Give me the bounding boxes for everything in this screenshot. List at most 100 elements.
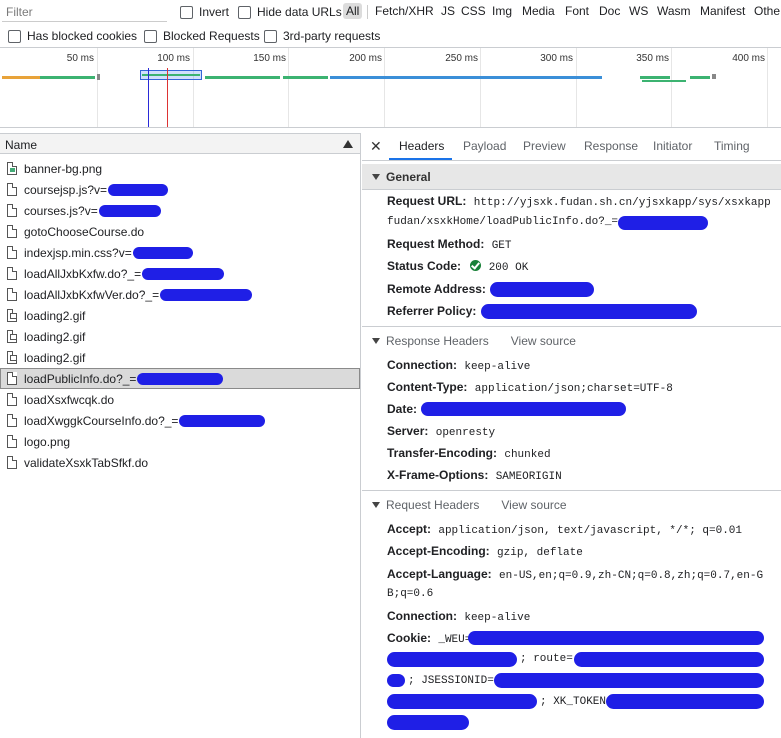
type-filter-doc[interactable]: Doc bbox=[599, 4, 620, 18]
gif-file-icon bbox=[7, 351, 17, 364]
request-url-row: Request URL: http://yjsxk.fudan.sh.cn/yj… bbox=[387, 194, 777, 209]
tab-payload[interactable]: Payload bbox=[463, 139, 506, 153]
tab-headers[interactable]: Headers bbox=[399, 139, 444, 153]
redaction-mark bbox=[160, 288, 253, 301]
file-icon bbox=[7, 246, 17, 259]
header-value: application/json, text/javascript, */*; … bbox=[438, 525, 743, 537]
request-row[interactable]: logo.png bbox=[0, 431, 360, 452]
response-headers-section-header[interactable]: Response Headers View source bbox=[362, 328, 781, 354]
status-ok-icon bbox=[470, 260, 482, 271]
type-filter-fetch-xhr[interactable]: Fetch/XHR bbox=[375, 4, 434, 18]
details-tab-bar: ✕ Headers Payload Preview Response Initi… bbox=[362, 133, 781, 161]
cookie-continued: ; route= bbox=[520, 653, 580, 665]
tab-initiator[interactable]: Initiator bbox=[653, 139, 692, 153]
checkbox-box[interactable] bbox=[144, 29, 157, 43]
request-row[interactable]: loading2.gif bbox=[0, 347, 360, 368]
view-source-link[interactable]: View source bbox=[511, 334, 576, 348]
name-column-header[interactable]: Name bbox=[0, 133, 360, 154]
tab-response[interactable]: Response bbox=[584, 139, 638, 153]
request-row[interactable]: indexjsp.min.css?v= bbox=[0, 242, 360, 263]
redaction-mark bbox=[132, 246, 193, 259]
checkbox-box[interactable] bbox=[238, 5, 251, 19]
type-filter-wasm[interactable]: Wasm bbox=[657, 4, 691, 18]
request-name: indexjsp.min.css?v= bbox=[24, 245, 132, 260]
tick-gridline bbox=[480, 48, 481, 127]
request-row[interactable]: gotoChooseCourse.do bbox=[0, 221, 360, 242]
request-row[interactable]: loadAllJxbKxfw.do?_= bbox=[0, 263, 360, 284]
request-row[interactable]: banner-bg.png bbox=[0, 158, 360, 179]
redaction-mark bbox=[387, 652, 517, 667]
request-name: loading2.gif bbox=[24, 350, 86, 365]
type-filter-other[interactable]: Othe bbox=[754, 4, 780, 18]
section-title: General bbox=[386, 169, 431, 184]
header-key: Connection: bbox=[387, 609, 457, 623]
tick-label: 100 ms bbox=[157, 53, 190, 64]
request-row[interactable]: loadXwggkCourseInfo.do?_= bbox=[0, 410, 360, 431]
load-event-marker bbox=[167, 68, 168, 127]
request-row[interactable]: loading2.gif bbox=[0, 326, 360, 347]
file-icon bbox=[7, 204, 17, 217]
accept-row: Accept: application/json, text/javascrip… bbox=[387, 522, 777, 537]
header-value: _WEU= bbox=[438, 634, 472, 646]
tab-timing[interactable]: Timing bbox=[714, 139, 750, 153]
request-headers-section-header[interactable]: Request Headers View source bbox=[362, 492, 781, 518]
file-icon bbox=[7, 267, 17, 280]
invert-checkbox[interactable]: Invert bbox=[180, 5, 229, 19]
tab-preview[interactable]: Preview bbox=[523, 139, 566, 153]
header-value: gzip, deflate bbox=[497, 547, 583, 559]
tick-gridline bbox=[97, 48, 98, 127]
type-filter-img[interactable]: Img bbox=[492, 4, 512, 18]
type-filter-ws[interactable]: WS bbox=[629, 4, 648, 18]
redaction-mark bbox=[606, 694, 764, 709]
redaction-mark bbox=[387, 674, 405, 687]
name-column-label: Name bbox=[5, 138, 38, 152]
hide-data-urls-checkbox[interactable]: Hide data URLs bbox=[238, 5, 342, 19]
request-row[interactable]: courses.js?v= bbox=[0, 200, 360, 221]
third-party-requests-checkbox[interactable]: 3rd-party requests bbox=[264, 29, 380, 43]
view-source-link[interactable]: View source bbox=[501, 498, 566, 512]
section-divider bbox=[362, 326, 781, 327]
request-row[interactable]: coursejsp.js?v= bbox=[0, 179, 360, 200]
request-row[interactable]: validateXsxkTabSfkf.do bbox=[0, 452, 360, 473]
filter-input[interactable] bbox=[2, 2, 167, 22]
file-icon bbox=[7, 372, 17, 385]
expand-triangle-icon bbox=[372, 173, 380, 180]
checkbox-box[interactable] bbox=[8, 29, 21, 43]
tick-gridline bbox=[288, 48, 289, 127]
tick-gridline bbox=[384, 48, 385, 127]
close-icon[interactable]: ✕ bbox=[370, 138, 382, 155]
request-row[interactable]: loading2.gif bbox=[0, 305, 360, 326]
request-name: loadXwggkCourseInfo.do?_= bbox=[24, 413, 179, 428]
request-row[interactable]: loadAllJxbKxfwVer.do?_= bbox=[0, 284, 360, 305]
type-filter-media[interactable]: Media bbox=[522, 4, 555, 18]
request-name: loading2.gif bbox=[24, 308, 86, 323]
tick-label: 300 ms bbox=[540, 53, 573, 64]
checkbox-box[interactable] bbox=[264, 29, 277, 43]
timeline-bar bbox=[712, 74, 716, 79]
redaction-mark bbox=[490, 282, 594, 297]
redaction-mark bbox=[137, 372, 224, 385]
request-name: loadAllJxbKxfwVer.do?_= bbox=[24, 287, 160, 302]
type-filter-css[interactable]: CSS bbox=[461, 4, 486, 18]
type-filter-manifest[interactable]: Manifest bbox=[700, 4, 745, 18]
header-value: SAMEORIGIN bbox=[495, 471, 562, 483]
content-type-row: Content-Type: application/json;charset=U… bbox=[387, 380, 777, 395]
general-section-header[interactable]: General bbox=[362, 164, 781, 190]
file-icon bbox=[7, 456, 17, 469]
network-overview-timeline[interactable]: 50 ms 100 ms 150 ms 200 ms 250 ms 300 ms… bbox=[0, 48, 781, 128]
type-filter-js[interactable]: JS bbox=[441, 4, 455, 18]
server-row: Server: openresty bbox=[387, 424, 777, 439]
has-blocked-cookies-checkbox[interactable]: Has blocked cookies bbox=[8, 29, 137, 43]
header-key: Request Method: bbox=[387, 237, 485, 251]
timeline-bar bbox=[2, 76, 40, 79]
header-value: ; route= bbox=[520, 653, 573, 665]
blocked-requests-checkbox[interactable]: Blocked Requests bbox=[144, 29, 260, 43]
type-filter-font[interactable]: Font bbox=[565, 4, 589, 18]
checkbox-box[interactable] bbox=[180, 5, 193, 19]
request-list: Name banner-bg.png coursejsp.js?v= cours… bbox=[0, 133, 361, 738]
timeline-bar bbox=[642, 80, 686, 82]
request-row[interactable]: loadXsxfwcqk.do bbox=[0, 389, 360, 410]
request-row-selected[interactable]: loadPublicInfo.do?_= bbox=[0, 368, 360, 389]
type-filter-all[interactable]: All bbox=[343, 3, 363, 19]
redaction-mark bbox=[179, 414, 266, 427]
